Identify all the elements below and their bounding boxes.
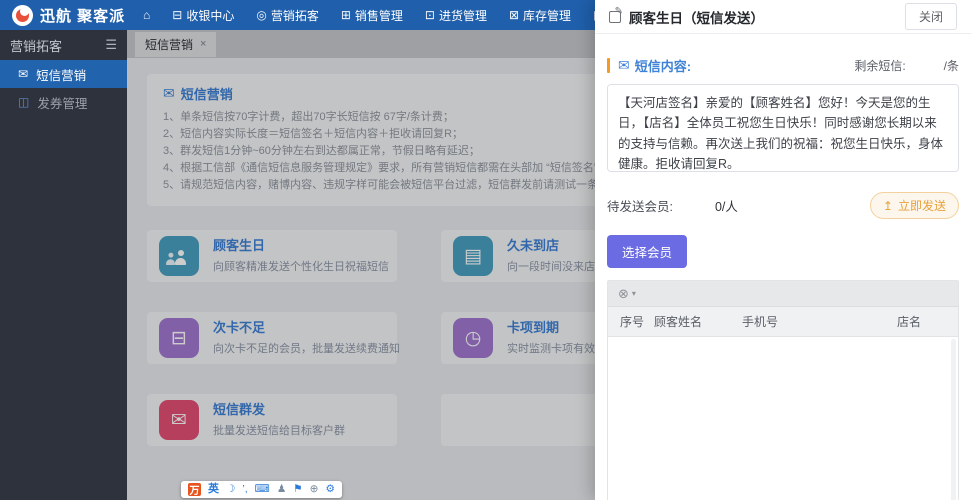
- card-customer-birthday[interactable]: 顾客生日 向顾客精准发送个性化生日祝福短信: [147, 230, 397, 282]
- card-desc: 向次卡不足的会员，批量发送续费通知: [213, 343, 400, 355]
- edit-icon: [609, 6, 623, 23]
- ime-logo-icon[interactable]: 万: [188, 483, 201, 497]
- close-tab-icon[interactable]: ×: [200, 38, 206, 50]
- sales-icon: ⊞: [340, 8, 351, 22]
- sidebar-item-label: 发券管理: [37, 96, 88, 111]
- wallet-icon: ⊟: [159, 318, 199, 358]
- caret-down-icon[interactable]: ▾: [632, 289, 636, 298]
- tab-label: 短信营销: [145, 37, 194, 52]
- table-scrollbar[interactable]: [951, 339, 956, 500]
- app-window: 迅航 聚客派 ⌂ ⊟收银中心 ◎营销拓客 ⊞销售管理 ⊡进货管理 ⊠库存管理 ▦…: [0, 0, 971, 500]
- nav-home[interactable]: ⌂: [143, 8, 150, 22]
- people-group-icon: [159, 236, 199, 276]
- marketing-icon: ◎: [256, 8, 267, 22]
- sidebar-item-sms-marketing[interactable]: ✉ 短信营销: [0, 60, 127, 88]
- collapse-menu-icon[interactable]: ☰: [105, 37, 117, 53]
- card-title: 短信群发: [213, 402, 266, 417]
- nav-label: 销售管理: [354, 8, 403, 23]
- envelope-icon: ✉: [163, 85, 175, 101]
- nav-inventory[interactable]: ⊠ 库存管理: [509, 7, 571, 24]
- close-drawer-button[interactable]: 关闭: [904, 3, 957, 30]
- card-desc: 向顾客精准发送个性化生日祝福短信: [213, 261, 389, 273]
- nav-label: 营销拓客: [270, 8, 319, 23]
- tab-sms-marketing[interactable]: 短信营销 ×: [135, 31, 217, 57]
- cashier-icon: ⊟: [172, 8, 183, 22]
- nav-cashier[interactable]: ⊟ 收银中心: [172, 7, 234, 24]
- clock-icon: ◷: [453, 318, 493, 358]
- card-title: 次卡不足: [213, 320, 266, 335]
- remaining-sms-label: 剩余短信:: [854, 59, 906, 73]
- drawer-header: 顾客生日（短信发送） 关闭: [595, 0, 971, 34]
- table-header-row: 序号 顾客姓名 手机号 店名: [608, 307, 958, 337]
- nav-marketing[interactable]: ◎ 营销拓客: [256, 7, 319, 24]
- card-sms-bulk-send[interactable]: ✉ 短信群发 批量发送短信给目标客户群: [147, 394, 397, 446]
- table-body-empty: [608, 337, 958, 500]
- fullwidth-moon-icon[interactable]: ☽: [226, 484, 235, 495]
- send-now-label: 立即发送: [897, 199, 946, 213]
- inventory-icon: ⊠: [508, 8, 520, 22]
- purchase-icon: ⊡: [424, 8, 435, 22]
- soft-keyboard-icon[interactable]: ⌨: [255, 484, 270, 495]
- english-mode-icon[interactable]: 英: [208, 484, 219, 495]
- section-accent-bar: [607, 58, 610, 73]
- user-account-icon[interactable]: ♟: [277, 484, 286, 495]
- envelope-icon: ✉: [18, 67, 29, 81]
- contact-book-icon: ▤: [453, 236, 493, 276]
- ime-language-bar: 万 英 ☽ ’, ⌨ ♟ ⚑ ⊕ ⚙: [181, 481, 342, 498]
- col-header-index: 序号: [620, 315, 645, 329]
- sidebar: 营销拓客 ☰ ✉ 短信营销 ◫ 发券管理: [0, 30, 127, 500]
- col-header-phone: 手机号: [742, 315, 779, 329]
- clear-filter-icon[interactable]: ⊗: [618, 286, 629, 302]
- settings-gear-icon[interactable]: ⚙: [325, 484, 334, 495]
- sidebar-title: 营销拓客: [10, 38, 63, 54]
- nav-label: 库存管理: [523, 8, 572, 23]
- table-toolbar: ⊗ ▾: [608, 281, 958, 307]
- home-icon: ⌂: [143, 8, 151, 22]
- nav-sales[interactable]: ⊞ 销售管理: [341, 7, 403, 24]
- sidebar-item-label: 短信营销: [36, 68, 87, 83]
- nav-purchase[interactable]: ⊡ 进货管理: [425, 7, 487, 24]
- sidebar-item-coupon-management[interactable]: ◫ 发券管理: [0, 88, 127, 116]
- envelope-icon: ✉: [159, 400, 199, 440]
- remaining-sms-unit: /条: [943, 59, 959, 73]
- page-title: 短信营销: [180, 87, 233, 102]
- send-now-button[interactable]: ↥ 立即发送: [869, 192, 959, 219]
- drawer-title: 顾客生日（短信发送）: [629, 10, 764, 26]
- select-members-button[interactable]: 选择会员: [607, 235, 688, 268]
- brand-logo-icon: [12, 4, 33, 26]
- card-title: 顾客生日: [213, 238, 266, 253]
- col-header-store: 店名: [897, 315, 922, 329]
- drawer-body: ✉ 短信内容: 剩余短信: /条 【天河店签名】亲爱的【顾客姓名】您好！今天是您…: [595, 34, 971, 500]
- upload-icon: ↥: [882, 198, 893, 213]
- sms-content-label: 短信内容:: [634, 59, 692, 74]
- envelope-icon: ✉: [618, 57, 630, 73]
- brand-logo: 迅航 聚客派: [0, 4, 133, 26]
- brand-name: 迅航 聚客派: [40, 7, 126, 25]
- col-header-customer-name: 顾客姓名: [654, 315, 703, 329]
- sms-content-textarea[interactable]: 【天河店签名】亲爱的【顾客姓名】您好！今天是您的生日，【店名】全体员工祝您生日快…: [607, 84, 959, 172]
- pending-members-value: 0/人: [714, 200, 738, 214]
- nav-label: 进货管理: [438, 8, 487, 23]
- remaining-sms: 剩余短信: /条: [854, 57, 959, 74]
- nav-label: 收银中心: [186, 8, 235, 23]
- skin-icon[interactable]: ⚑: [293, 484, 302, 495]
- members-table: ⊗ ▾ 序号 顾客姓名 手机号 店名: [607, 280, 959, 500]
- pending-members-label: 待发送会员:: [607, 200, 673, 214]
- coupon-icon: ◫: [18, 95, 30, 109]
- card-desc: 批量发送短信给目标客户群: [213, 425, 345, 437]
- card-card-balance-low[interactable]: ⊟ 次卡不足 向次卡不足的会员，批量发送续费通知: [147, 312, 400, 364]
- birthday-sms-drawer: 顾客生日（短信发送） 关闭 ✉ 短信内容: 剩余短信: /条 【天河店签名】亲爱…: [595, 0, 971, 500]
- punctuation-icon[interactable]: ’,: [242, 484, 247, 495]
- toolbox-icon[interactable]: ⊕: [310, 484, 319, 495]
